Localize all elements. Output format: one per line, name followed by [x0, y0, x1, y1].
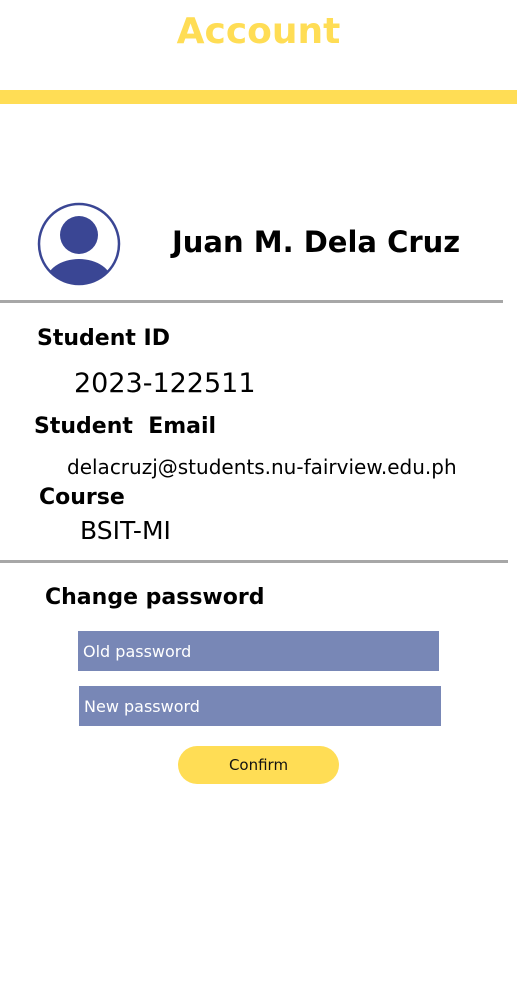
user-avatar-icon [37, 202, 121, 286]
old-password-input[interactable] [78, 631, 439, 671]
user-name: Juan M. Dela Cruz [172, 225, 461, 259]
details-divider [0, 560, 508, 563]
student-email-label: Student Email [34, 414, 217, 439]
page-title: Account [176, 11, 341, 52]
student-id-label: Student ID [37, 326, 170, 351]
student-email-value: delacruzj@students.nu-fairview.edu.ph [67, 455, 457, 479]
header-accent-bar [0, 90, 517, 104]
student-id-value: 2023-122511 [74, 368, 256, 399]
change-password-heading: Change password [45, 585, 265, 610]
profile-divider [0, 300, 503, 303]
course-label: Course [39, 485, 125, 510]
course-value: BSIT-MI [80, 516, 171, 545]
new-password-input[interactable] [79, 686, 441, 726]
confirm-button[interactable]: Confirm [178, 746, 339, 784]
